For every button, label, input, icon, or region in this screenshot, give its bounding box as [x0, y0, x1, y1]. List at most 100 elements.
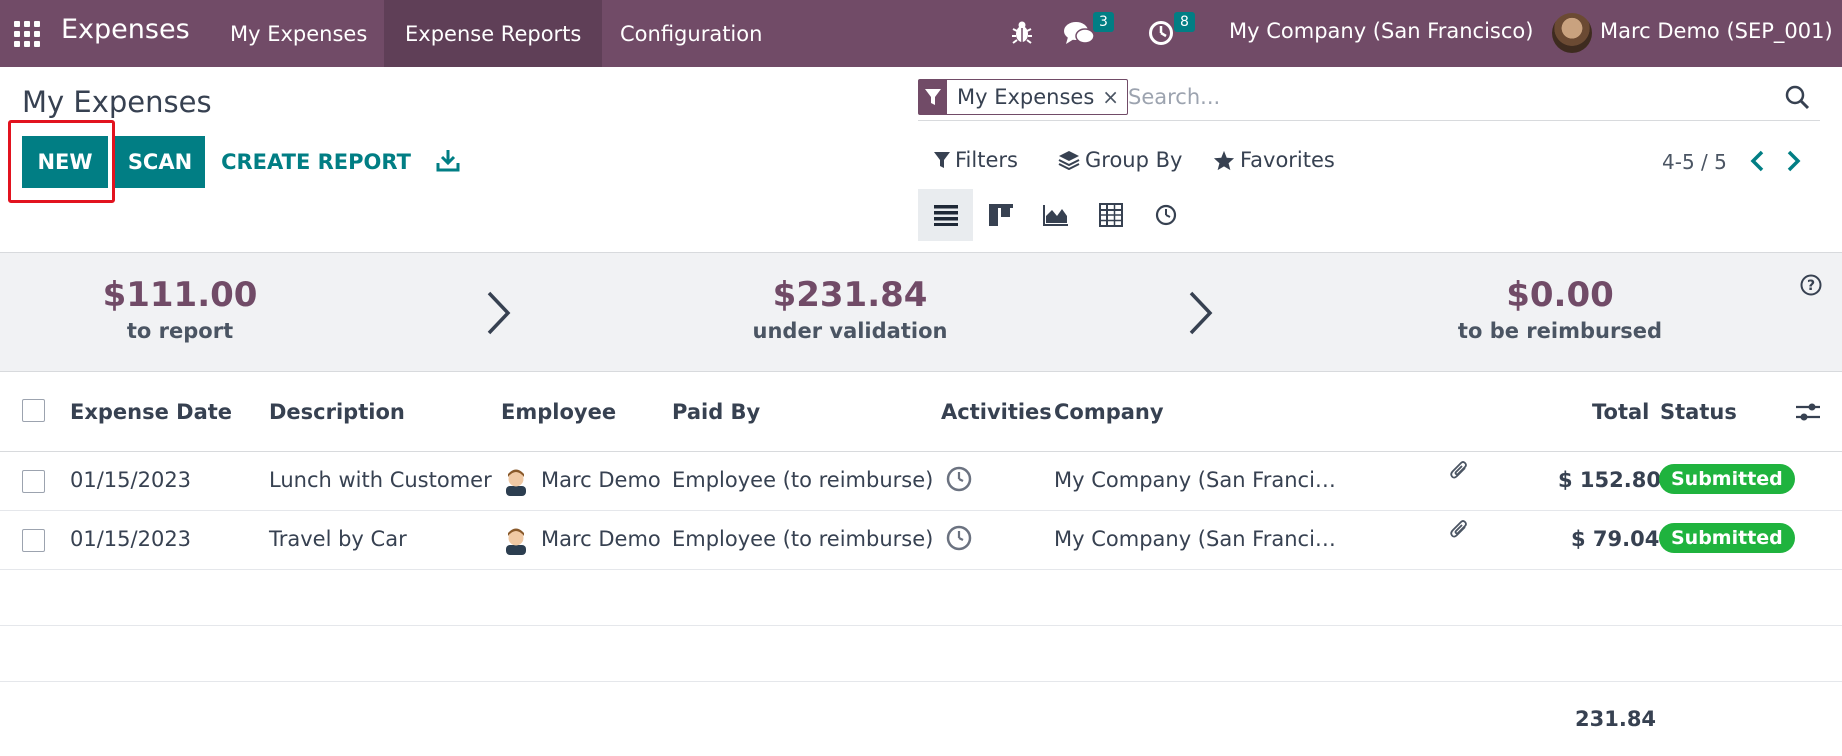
kanban-view-icon [988, 204, 1013, 226]
cell-description: Travel by Car [269, 527, 407, 551]
to-be-reimbursed-label: to be reimbursed [1457, 319, 1663, 343]
activities-clock-icon[interactable] [1148, 17, 1176, 47]
filter-icon [934, 152, 950, 168]
new-button-highlight [8, 120, 115, 203]
facet-label: My Expenses [957, 85, 1095, 109]
graph-view-button[interactable] [1028, 189, 1083, 241]
filters-button[interactable]: Filters [934, 148, 1018, 172]
messages-icon[interactable] [1063, 17, 1095, 47]
table-row[interactable]: 01/15/2023 Lunch with Customer Marc Demo… [0, 452, 1842, 511]
facet-remove-icon[interactable]: × [1102, 85, 1127, 109]
row-checkbox[interactable] [22, 470, 45, 493]
header-activities[interactable]: Activities [941, 400, 1052, 424]
favorites-label: Favorites [1240, 148, 1335, 172]
under-validation-label: under validation [752, 319, 948, 343]
group-by-button[interactable]: Group By [1058, 148, 1182, 172]
table-row[interactable]: 01/15/2023 Travel by Car Marc Demo Emplo… [0, 511, 1842, 570]
status-badge: Submitted [1659, 464, 1795, 494]
graph-view-icon [1042, 205, 1068, 226]
under-validation-amount: $231.84 [772, 275, 928, 315]
messages-count-badge: 3 [1093, 12, 1114, 32]
cell-expense-date: 01/15/2023 [70, 468, 192, 492]
header-total[interactable]: Total [1592, 400, 1649, 424]
select-all-checkbox[interactable] [22, 399, 45, 422]
list-view-button[interactable] [918, 189, 973, 241]
scan-button[interactable]: SCAN [115, 136, 205, 188]
cell-company: My Company (San Franci… [1054, 468, 1336, 492]
activity-clock-icon[interactable] [946, 466, 972, 492]
cell-company: My Company (San Franci… [1054, 527, 1336, 551]
attachment-paperclip-icon [1450, 461, 1467, 479]
activity-view-button[interactable] [1138, 189, 1193, 241]
help-question-icon[interactable]: ? [1800, 274, 1822, 296]
search-bar: My Expenses × [918, 79, 1820, 121]
summary-to-be-reimbursed[interactable]: $0.00 to be reimbursed [1440, 273, 1680, 345]
row-checkbox[interactable] [22, 529, 45, 552]
empty-row [0, 570, 1842, 626]
to-report-label: to report [126, 319, 234, 343]
table-header: Expense Date Description Employee Paid B… [0, 372, 1842, 452]
debug-bug-icon[interactable] [1010, 17, 1034, 47]
group-by-label: Group By [1085, 148, 1183, 172]
page-title: My Expenses [22, 85, 212, 119]
activities-count-badge: 8 [1174, 12, 1195, 32]
cell-total: $ 152.80 [1558, 468, 1661, 492]
cell-employee: Marc Demo [541, 468, 661, 492]
to-be-reimbursed-amount: $0.00 [1506, 275, 1614, 315]
top-navbar: Expenses My Expenses Expense Reports Con… [0, 0, 1842, 67]
employee-avatar[interactable] [502, 466, 530, 496]
pager-previous-icon[interactable] [1747, 149, 1769, 173]
header-description[interactable]: Description [269, 400, 405, 424]
user-menu[interactable]: Marc Demo (SEP_001) [1600, 19, 1833, 43]
cell-paid-by: Employee (to reimburse) [672, 468, 934, 492]
favorites-button[interactable]: Favorites [1213, 148, 1335, 172]
menu-expense-reports[interactable]: Expense Reports [384, 0, 603, 67]
header-employee[interactable]: Employee [501, 400, 616, 424]
chevron-right-icon [487, 291, 511, 335]
header-paid-by[interactable]: Paid By [672, 400, 760, 424]
layers-icon [1058, 151, 1080, 170]
header-status[interactable]: Status [1660, 400, 1737, 424]
activity-view-icon [1155, 204, 1176, 226]
pivot-view-button[interactable] [1083, 189, 1138, 241]
header-expense-date[interactable]: Expense Date [70, 400, 232, 424]
search-input[interactable] [1128, 82, 1768, 112]
attachment-paperclip-icon [1450, 520, 1467, 538]
employee-avatar[interactable] [502, 525, 530, 555]
svg-text:?: ? [1807, 278, 1815, 294]
to-report-amount: $111.00 [102, 275, 258, 315]
app-grid-icon[interactable] [14, 21, 40, 47]
cell-total: $ 79.04 [1571, 527, 1660, 551]
chevron-right-icon [1189, 291, 1213, 335]
summary-to-report[interactable]: $111.00 to report [80, 273, 280, 345]
grand-total: 231.84 [1575, 707, 1657, 731]
pager-next-icon[interactable] [1782, 149, 1804, 173]
cell-employee: Marc Demo [541, 527, 661, 551]
summary-under-validation[interactable]: $231.84 under validation [730, 273, 970, 345]
menu-my-expenses[interactable]: My Expenses [209, 0, 388, 67]
optional-columns-icon[interactable] [1795, 399, 1821, 425]
search-facet: My Expenses × [918, 79, 1129, 115]
header-company[interactable]: Company [1054, 400, 1164, 424]
activity-clock-icon[interactable] [946, 525, 972, 551]
filter-funnel-icon [919, 80, 947, 114]
cell-paid-by: Employee (to reimburse) [672, 527, 934, 551]
user-avatar[interactable] [1552, 13, 1592, 53]
filters-label: Filters [955, 148, 1018, 172]
cell-expense-date: 01/15/2023 [70, 527, 192, 551]
status-badge: Submitted [1659, 523, 1795, 553]
expense-summary: $111.00 to report $231.84 under validati… [0, 252, 1842, 372]
search-icon[interactable] [1784, 84, 1810, 110]
company-switcher[interactable]: My Company (San Francisco) [1229, 19, 1533, 43]
pager-value[interactable]: 4-5 / 5 [1662, 150, 1727, 174]
create-report-button[interactable]: CREATE REPORT [218, 136, 414, 188]
pivot-view-icon [1098, 203, 1123, 227]
app-name[interactable]: Expenses [61, 14, 190, 45]
download-icon[interactable] [436, 148, 460, 172]
cell-description: Lunch with Customer [269, 468, 492, 492]
menu-configuration[interactable]: Configuration [599, 0, 783, 67]
empty-row [0, 626, 1842, 682]
star-icon [1213, 150, 1235, 170]
list-view-icon [933, 205, 958, 226]
kanban-view-button[interactable] [973, 189, 1028, 241]
